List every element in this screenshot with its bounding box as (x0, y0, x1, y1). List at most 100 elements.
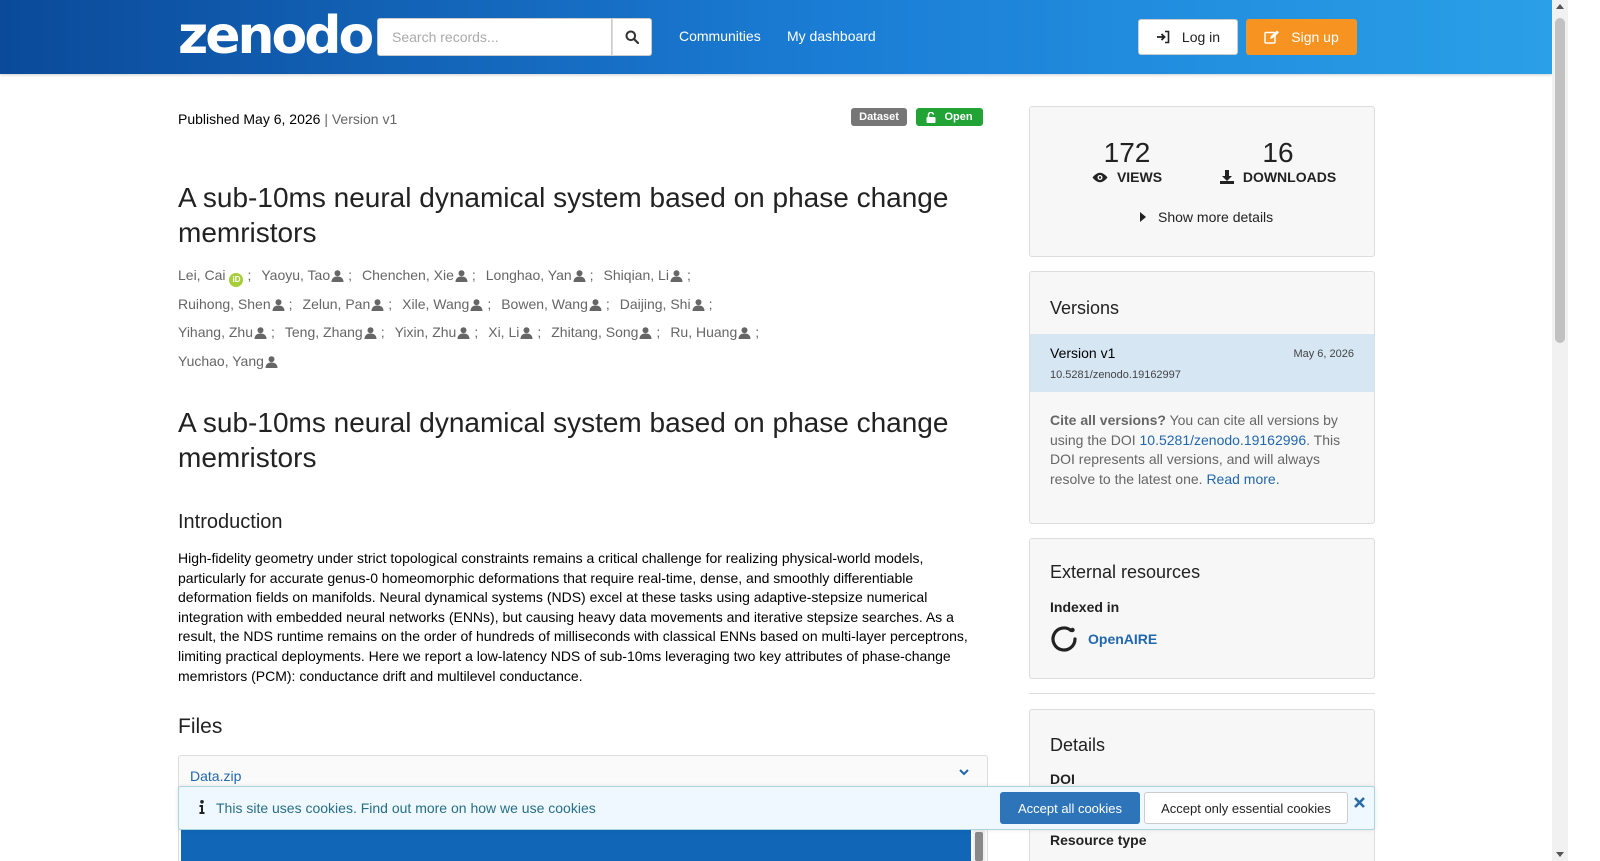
signup-label: Sign up (1291, 29, 1339, 45)
published-date: Published May 6, 2026 (178, 111, 321, 127)
creator-separator: ; (270, 324, 275, 340)
cookie-policy-link[interactable]: how we use cookies (470, 800, 595, 816)
indexed-in-label: Indexed in (1050, 599, 1120, 615)
creator-item: Shiqian, Li; (604, 262, 691, 291)
version-label: Version v1 (331, 111, 398, 127)
creator-separator: ; (686, 267, 691, 283)
creator-item: Yuchao, Yang (178, 348, 278, 377)
user-icon (639, 321, 652, 348)
creator-item: Yihang, Zhu; (178, 319, 275, 348)
creator-name[interactable]: Shiqian, Li (604, 267, 669, 283)
user-icon (670, 264, 683, 291)
creator-name[interactable]: Ruihong, Shen (178, 296, 271, 312)
creator-name[interactable]: Yixin, Zhu (395, 324, 457, 340)
sidebar-divider (1029, 693, 1375, 694)
user-icon (520, 321, 533, 348)
versions-heading: Versions (1050, 298, 1120, 318)
downloads-label: DOWNLOADS (1198, 169, 1358, 185)
accept-all-cookies-button[interactable]: Accept all cookies (1000, 792, 1140, 824)
creator-name[interactable]: Daijing, Shi (620, 296, 691, 312)
resource-type-badge: Dataset (851, 108, 907, 126)
creator-separator: ; (474, 324, 479, 340)
caret-right-icon (1140, 212, 1146, 222)
signup-button[interactable]: Sign up (1246, 19, 1357, 55)
search-input[interactable] (377, 18, 612, 56)
user-icon (470, 293, 483, 320)
creator-name[interactable]: Yaoyu, Tao (261, 267, 330, 283)
creator-item: Ru, Huang; (670, 319, 759, 348)
creator-name[interactable]: Yihang, Zhu (178, 324, 253, 340)
zenodo-logo[interactable]: zenodo (178, 6, 374, 66)
creator-name[interactable]: Zhitang, Song (551, 324, 638, 340)
creator-separator: ; (380, 324, 385, 340)
versions-card: Versions Version v1 May 6, 2026 10.5281/… (1029, 271, 1375, 524)
creator-name[interactable]: Lei, Cai (178, 267, 225, 283)
version-item-doi: 10.5281/zenodo.19162997 (1050, 369, 1181, 381)
version-item[interactable]: Version v1 May 6, 2026 10.5281/zenodo.19… (1030, 334, 1374, 392)
login-button[interactable]: Log in (1138, 19, 1238, 55)
user-icon (692, 293, 705, 320)
creator-name[interactable]: Bowen, Wang (501, 296, 588, 312)
creator-item: Lei, Cai iD; (178, 262, 251, 289)
search-bar (377, 18, 652, 56)
user-icon (364, 321, 377, 348)
creator-name[interactable]: Chenchen, Xie (362, 267, 454, 283)
user-icon (457, 321, 470, 348)
creator-item: Yaoyu, Tao; (261, 262, 352, 291)
cite-all-versions: Cite all versions? You can cite all vers… (1050, 412, 1341, 487)
concept-doi-link[interactable]: 10.5281/zenodo.19162996 (1140, 432, 1307, 448)
external-resources-heading: External resources (1050, 562, 1201, 582)
page-scroll-thumb[interactable] (1555, 18, 1565, 343)
user-icon (254, 321, 267, 348)
chevron-down-icon[interactable] (958, 766, 970, 778)
creator-name[interactable]: Longhao, Yan (486, 267, 572, 283)
downloads-count: 16 (1262, 137, 1294, 168)
creator-separator: ; (288, 295, 293, 312)
creator-name[interactable]: Yuchao, Yang (178, 353, 264, 369)
user-icon (738, 321, 751, 348)
show-more-details[interactable]: Show more details (1140, 209, 1273, 225)
publication-info: Published May 6, 2026 | Version v1 (178, 111, 398, 127)
close-icon[interactable] (1354, 797, 1365, 808)
creator-name[interactable]: Zelun, Pan (303, 296, 371, 312)
file-name[interactable]: Data.zip (190, 768, 241, 784)
nav-my-dashboard[interactable]: My dashboard (787, 28, 876, 44)
login-label: Log in (1181, 29, 1221, 45)
creator-item: Longhao, Yan; (486, 262, 594, 291)
details-card: Details DOI Resource type (1029, 709, 1375, 861)
nav-communities[interactable]: Communities (679, 28, 761, 44)
accept-essential-cookies-button[interactable]: Accept only essential cookies (1144, 792, 1348, 824)
scroll-down-arrow[interactable] (1556, 852, 1564, 857)
creator-item: Daijing, Shi; (620, 291, 713, 320)
orcid-icon[interactable]: iD (229, 273, 244, 287)
user-icon (455, 264, 468, 291)
creator-item: Zelun, Pan; (303, 291, 393, 320)
version-item-label[interactable]: Version v1 (1050, 345, 1115, 361)
download-icon (1219, 170, 1234, 184)
access-badge: Open (916, 108, 983, 126)
search-icon (625, 30, 639, 44)
file-preview-panel (181, 830, 971, 861)
creator-name[interactable]: Teng, Zhang (285, 324, 363, 340)
creator-name[interactable]: Ru, Huang (670, 324, 737, 340)
file-preview-scroll-thumb[interactable] (975, 832, 983, 861)
creator-separator: ; (487, 295, 492, 312)
openaire-link[interactable]: OpenAIRE (1050, 625, 1157, 653)
stats-card: 172 VIEWS 16 DOWNLOADS Show more details (1029, 106, 1375, 257)
doi-label: DOI (1050, 771, 1075, 787)
scroll-up-arrow[interactable] (1556, 4, 1564, 9)
search-button[interactable] (612, 18, 652, 56)
creator-separator: ; (656, 324, 661, 340)
creator-separator: ; (388, 295, 393, 312)
creator-name[interactable]: Xi, Li (488, 324, 519, 340)
top-navbar: zenodo Communities My dashboard Log in S… (0, 0, 1552, 74)
description-title: A sub-10ms neural dynamical system based… (178, 407, 949, 473)
introduction-heading: Introduction (178, 511, 283, 533)
creator-separator: ; (471, 267, 476, 283)
creator-separator: ; (348, 267, 353, 283)
creator-item: Zhitang, Song; (551, 319, 660, 348)
read-more-link[interactable]: Read more. (1206, 471, 1279, 487)
creator-separator: ; (247, 267, 252, 283)
creator-name[interactable]: Xile, Wang (402, 296, 469, 312)
creator-item: Xile, Wang; (402, 291, 491, 320)
